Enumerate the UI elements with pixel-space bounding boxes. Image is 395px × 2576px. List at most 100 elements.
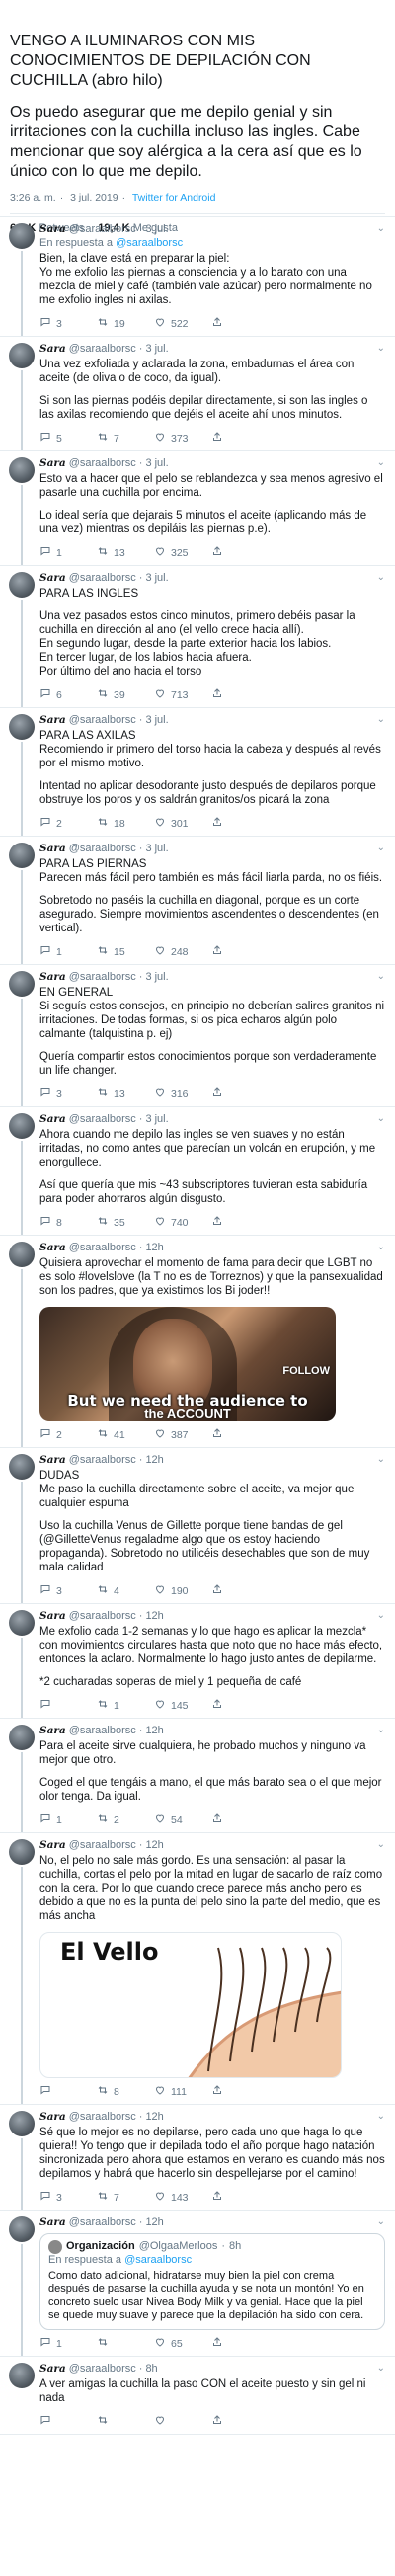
avatar[interactable] (9, 457, 35, 483)
chevron-down-icon[interactable]: ⌄ (377, 1838, 385, 1852)
like-button[interactable]: 145 (154, 1698, 211, 1714)
reply-time[interactable]: 12h (145, 1609, 163, 1623)
share-button[interactable] (211, 2084, 269, 2100)
chevron-down-icon[interactable]: ⌄ (377, 2362, 385, 2375)
reply-time[interactable]: 3 jul. (145, 222, 168, 236)
chevron-down-icon[interactable]: ⌄ (377, 842, 385, 855)
author-handle[interactable]: @saraalborsc (69, 2110, 136, 2124)
reply-time[interactable]: 3 jul. (145, 342, 168, 356)
reply-button[interactable]: 6 (40, 687, 97, 703)
like-button[interactable]: 248 (154, 944, 211, 960)
share-button[interactable] (211, 545, 269, 561)
reply-button[interactable]: 1 (40, 2336, 97, 2352)
like-button[interactable]: 54 (154, 1812, 211, 1828)
reply-button[interactable]: 1 (40, 545, 97, 561)
reply-button[interactable]: 5 (40, 431, 97, 446)
author-name[interactable]: Sara (40, 2215, 66, 2229)
chevron-down-icon[interactable]: ⌄ (377, 571, 385, 585)
author-handle[interactable]: @saraalborsc (69, 842, 136, 855)
share-button[interactable] (211, 1215, 269, 1231)
chevron-down-icon[interactable]: ⌄ (377, 342, 385, 356)
author-name[interactable]: Sara (40, 222, 66, 236)
like-button[interactable]: 111 (154, 2084, 211, 2100)
avatar[interactable] (9, 971, 35, 997)
like-button[interactable]: 522 (154, 316, 211, 332)
author-name[interactable]: Sara (40, 842, 66, 855)
reply-time[interactable]: 12h (145, 1453, 163, 1467)
reply-button[interactable]: 2 (40, 1427, 97, 1443)
reply-time[interactable]: 12h (145, 2110, 163, 2124)
reply-time[interactable]: 3 jul. (145, 970, 168, 984)
like-button[interactable]: 387 (154, 1427, 211, 1443)
avatar[interactable] (9, 2216, 35, 2242)
share-button[interactable] (211, 1087, 269, 1102)
like-button[interactable]: 373 (154, 431, 211, 446)
chevron-down-icon[interactable]: ⌄ (377, 970, 385, 984)
retweet-button[interactable]: 13 (97, 545, 154, 561)
author-handle[interactable]: @saraalborsc (69, 342, 136, 356)
reply-button[interactable] (40, 1698, 97, 1714)
share-button[interactable] (211, 2336, 269, 2352)
author-name[interactable]: Sara (40, 2110, 66, 2124)
chevron-down-icon[interactable]: ⌄ (377, 222, 385, 236)
retweet-button[interactable]: 1 (97, 1698, 154, 1714)
reply-time[interactable]: 12h (145, 1241, 163, 1254)
reply-time[interactable]: 3 jul. (145, 456, 168, 470)
chevron-down-icon[interactable]: ⌄ (377, 1241, 385, 1254)
avatar[interactable] (9, 1242, 35, 1267)
avatar[interactable] (9, 1839, 35, 1865)
retweet-button[interactable] (97, 2414, 154, 2430)
author-name[interactable]: Sara (40, 1112, 66, 1126)
share-button[interactable] (211, 1427, 269, 1443)
author-handle[interactable]: @saraalborsc (69, 1838, 136, 1852)
reply-time[interactable]: 3 jul. (145, 713, 168, 727)
embedded-gif[interactable]: FOLLOW But we need the audience to the ACC… (40, 1307, 336, 1421)
tweet-time[interactable]: 3:26 a. m. (10, 192, 56, 203)
retweet-button[interactable]: 8 (97, 2084, 154, 2100)
retweet-button[interactable] (97, 2336, 154, 2352)
author-name[interactable]: Sara (40, 456, 66, 470)
author-handle[interactable]: @saraalborsc (69, 713, 136, 727)
reply-time[interactable]: 12h (145, 2215, 163, 2229)
author-handle[interactable]: @saraalborsc (69, 1609, 136, 1623)
like-button[interactable]: 190 (154, 1583, 211, 1599)
author-name[interactable]: Sara (40, 1609, 66, 1623)
reply-button[interactable] (40, 2414, 97, 2430)
author-name[interactable]: Sara (40, 2362, 66, 2375)
author-handle[interactable]: @saraalborsc (69, 456, 136, 470)
avatar[interactable] (9, 2362, 35, 2388)
reply-button[interactable]: 2 (40, 816, 97, 832)
reply-button[interactable]: 3 (40, 1087, 97, 1102)
author-name[interactable]: Sara (40, 1838, 66, 1852)
retweet-button[interactable]: 7 (97, 2190, 154, 2206)
author-name[interactable]: Sara (40, 1724, 66, 1737)
author-name[interactable]: Sara (40, 713, 66, 727)
like-button[interactable]: 740 (154, 1215, 211, 1231)
chevron-down-icon[interactable]: ⌄ (377, 1724, 385, 1737)
chevron-down-icon[interactable]: ⌄ (377, 2215, 385, 2229)
avatar[interactable] (9, 343, 35, 368)
reply-button[interactable] (40, 2084, 97, 2100)
author-name[interactable]: Sara (40, 1241, 66, 1254)
share-button[interactable] (211, 1698, 269, 1714)
share-button[interactable] (211, 316, 269, 332)
reply-time[interactable]: 12h (145, 1838, 163, 1852)
like-button[interactable]: 316 (154, 1087, 211, 1102)
chevron-down-icon[interactable]: ⌄ (377, 1453, 385, 1467)
reply-time[interactable]: 3 jul. (145, 842, 168, 855)
avatar[interactable] (9, 572, 35, 598)
reply-button[interactable]: 1 (40, 1812, 97, 1828)
reply-time[interactable]: 3 jul. (145, 571, 168, 585)
like-button[interactable]: 325 (154, 545, 211, 561)
avatar[interactable] (9, 843, 35, 868)
retweet-button[interactable]: 7 (97, 431, 154, 446)
chevron-down-icon[interactable]: ⌄ (377, 2110, 385, 2124)
retweet-button[interactable]: 2 (97, 1812, 154, 1828)
share-button[interactable] (211, 2414, 269, 2430)
avatar[interactable] (9, 2111, 35, 2136)
retweet-button[interactable]: 35 (97, 1215, 154, 1231)
author-name[interactable]: Sara (40, 1453, 66, 1467)
avatar[interactable] (9, 1454, 35, 1480)
author-handle[interactable]: @saraalborsc (69, 2362, 136, 2375)
reply-button[interactable]: 3 (40, 2190, 97, 2206)
